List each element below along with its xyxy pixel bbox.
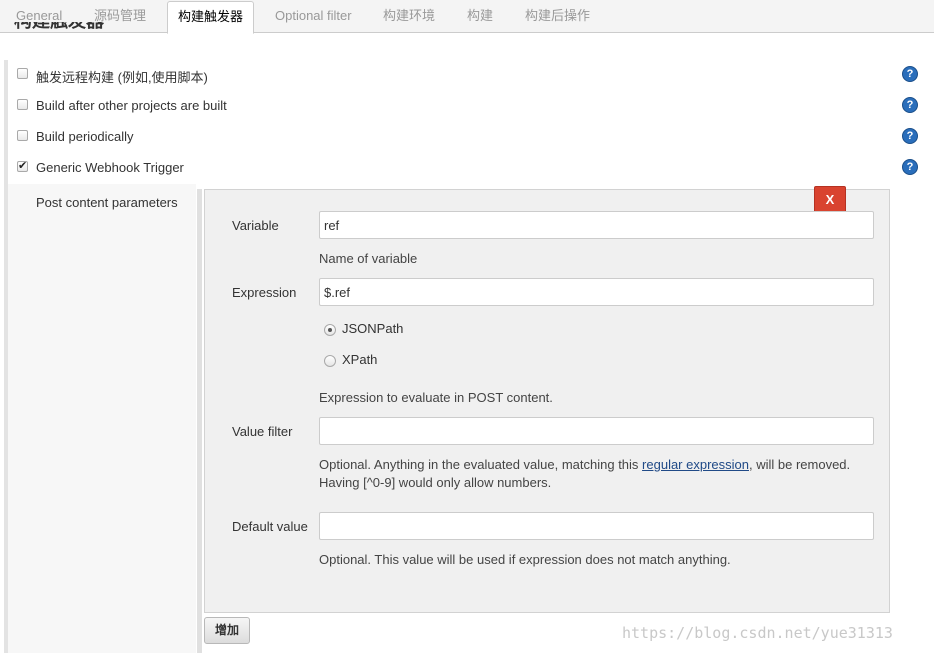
- section-title: 构建触发器: [14, 22, 104, 34]
- trigger-row-after-other: Build after other projects are built: [0, 93, 934, 119]
- value-filter-desc-text: Optional. Anything in the evaluated valu…: [319, 457, 643, 472]
- trigger-after-other-checkbox[interactable]: [17, 99, 28, 110]
- help-icon[interactable]: ?: [902, 128, 918, 144]
- help-icon[interactable]: ?: [902, 97, 918, 113]
- default-value-label: Default value: [232, 519, 308, 534]
- value-filter-input[interactable]: [319, 417, 874, 445]
- trigger-remote-checkbox[interactable]: [17, 68, 28, 79]
- expression-description: Expression to evaluate in POST content.: [319, 390, 553, 405]
- value-filter-desc-line2: Having [^0-9] would only allow numbers.: [319, 475, 552, 490]
- value-filter-desc-tail: , will be removed.: [749, 457, 851, 472]
- trigger-row-periodically: Build periodically: [0, 124, 934, 150]
- default-value-input[interactable]: [319, 512, 874, 540]
- trigger-after-other-label[interactable]: Build after other projects are built: [36, 98, 227, 113]
- variable-description: Name of variable: [319, 251, 418, 266]
- jsonpath-label[interactable]: JSONPath: [342, 321, 403, 336]
- help-icon[interactable]: ?: [902, 66, 918, 82]
- tab-build-triggers[interactable]: 构建触发器: [167, 1, 255, 34]
- xpath-label[interactable]: XPath: [342, 352, 377, 367]
- tab-optional-filter[interactable]: Optional filter: [275, 0, 352, 33]
- tab-build[interactable]: 构建: [467, 0, 493, 33]
- trigger-periodically-label[interactable]: Build periodically: [36, 129, 134, 144]
- default-value-description: Optional. This value will be used if exp…: [319, 552, 731, 567]
- remove-parameter-button[interactable]: X: [814, 186, 846, 213]
- post-content-panel: [8, 184, 196, 653]
- expression-label: Expression: [232, 285, 297, 300]
- add-parameter-button[interactable]: 增加: [204, 617, 250, 644]
- variable-label: Variable: [232, 218, 279, 233]
- tab-post-build-actions[interactable]: 构建后操作: [525, 0, 590, 33]
- trigger-row-remote: 触发远程构建 (例如,使用脚本): [0, 62, 934, 88]
- value-filter-label: Value filter: [232, 424, 293, 439]
- value-filter-description: Optional. Anything in the evaluated valu…: [319, 456, 850, 492]
- trigger-remote-label[interactable]: 触发远程构建 (例如,使用脚本): [36, 67, 208, 86]
- post-content-rail: [197, 189, 202, 653]
- watermark-text: https://blog.csdn.net/yue31313: [622, 624, 893, 642]
- trigger-generic-webhook-label[interactable]: Generic Webhook Trigger: [36, 160, 184, 175]
- trigger-periodically-checkbox[interactable]: [17, 130, 28, 141]
- tab-bar: General 源码管理 构建触发器 Optional filter 构建环境 …: [0, 0, 934, 34]
- expression-input[interactable]: [319, 278, 874, 306]
- xpath-radio[interactable]: [324, 355, 336, 367]
- variable-input[interactable]: [319, 211, 874, 239]
- help-icon[interactable]: ?: [902, 159, 918, 175]
- tab-build-environment[interactable]: 构建环境: [383, 0, 435, 33]
- trigger-generic-webhook-checkbox[interactable]: [17, 159, 28, 172]
- post-content-parameters-label: Post content parameters: [36, 195, 178, 210]
- regular-expression-link[interactable]: regular expression: [642, 457, 749, 472]
- jsonpath-radio[interactable]: [324, 324, 336, 336]
- trigger-row-generic-webhook: Generic Webhook Trigger: [0, 155, 934, 181]
